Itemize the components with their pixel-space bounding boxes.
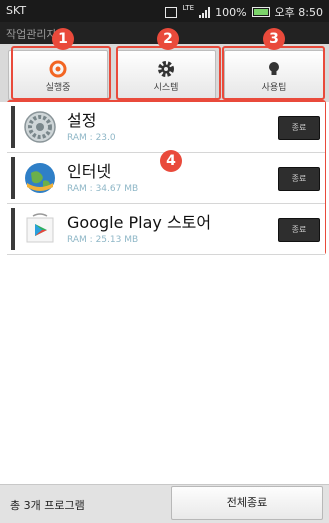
- item-marker: [11, 208, 15, 250]
- end-all-button[interactable]: 전체종료: [171, 486, 323, 520]
- callout-badge-3: 3: [263, 28, 285, 50]
- battery-percent: 100%: [215, 5, 247, 19]
- clock: 오후 8:50: [274, 6, 323, 19]
- app-ram: RAM : 25.13 MB: [67, 235, 139, 245]
- internet-globe-icon: [25, 163, 55, 193]
- highlight-tab-running: [11, 46, 111, 100]
- callout-badge-4: 4: [160, 150, 182, 172]
- app-name: 설정: [67, 111, 97, 130]
- app-ram: RAM : 23.0: [67, 133, 116, 143]
- footer-bar: 총 3개 프로그램 전체종료: [0, 484, 329, 523]
- status-bar: SKT LTE 100% 오후 8:50: [0, 0, 329, 22]
- network-type-label: LTE: [182, 4, 195, 12]
- item-marker: [11, 157, 15, 199]
- app-name: 인터넷: [67, 162, 112, 181]
- end-app-button[interactable]: 종료: [278, 218, 320, 242]
- item-marker: [11, 106, 15, 148]
- list-item[interactable]: Google Play 스토어 RAM : 25.13 MB 종료: [7, 204, 325, 255]
- program-count: 총 3개 프로그램: [10, 499, 85, 512]
- highlight-tab-tips: [222, 46, 325, 100]
- battery-icon: [251, 7, 270, 17]
- callout-badge-1: 1: [52, 28, 74, 50]
- status-icons: LTE 100% 오후 8:50: [165, 4, 323, 20]
- highlight-tab-system: [116, 46, 221, 100]
- google-play-icon: [26, 213, 54, 243]
- list-item[interactable]: 설정 RAM : 23.0 종료: [7, 102, 325, 153]
- end-app-button[interactable]: 종료: [278, 116, 320, 140]
- signal-icon: [199, 6, 211, 18]
- app-title: 작업관리자: [6, 28, 57, 41]
- end-app-button[interactable]: 종료: [278, 167, 320, 191]
- app-name: Google Play 스토어: [67, 213, 212, 232]
- image-notification-icon: [165, 6, 178, 18]
- carrier-label: SKT: [6, 4, 27, 17]
- settings-app-icon: [24, 111, 56, 143]
- callout-badge-2: 2: [157, 28, 179, 50]
- app-ram: RAM : 34.67 MB: [67, 184, 139, 194]
